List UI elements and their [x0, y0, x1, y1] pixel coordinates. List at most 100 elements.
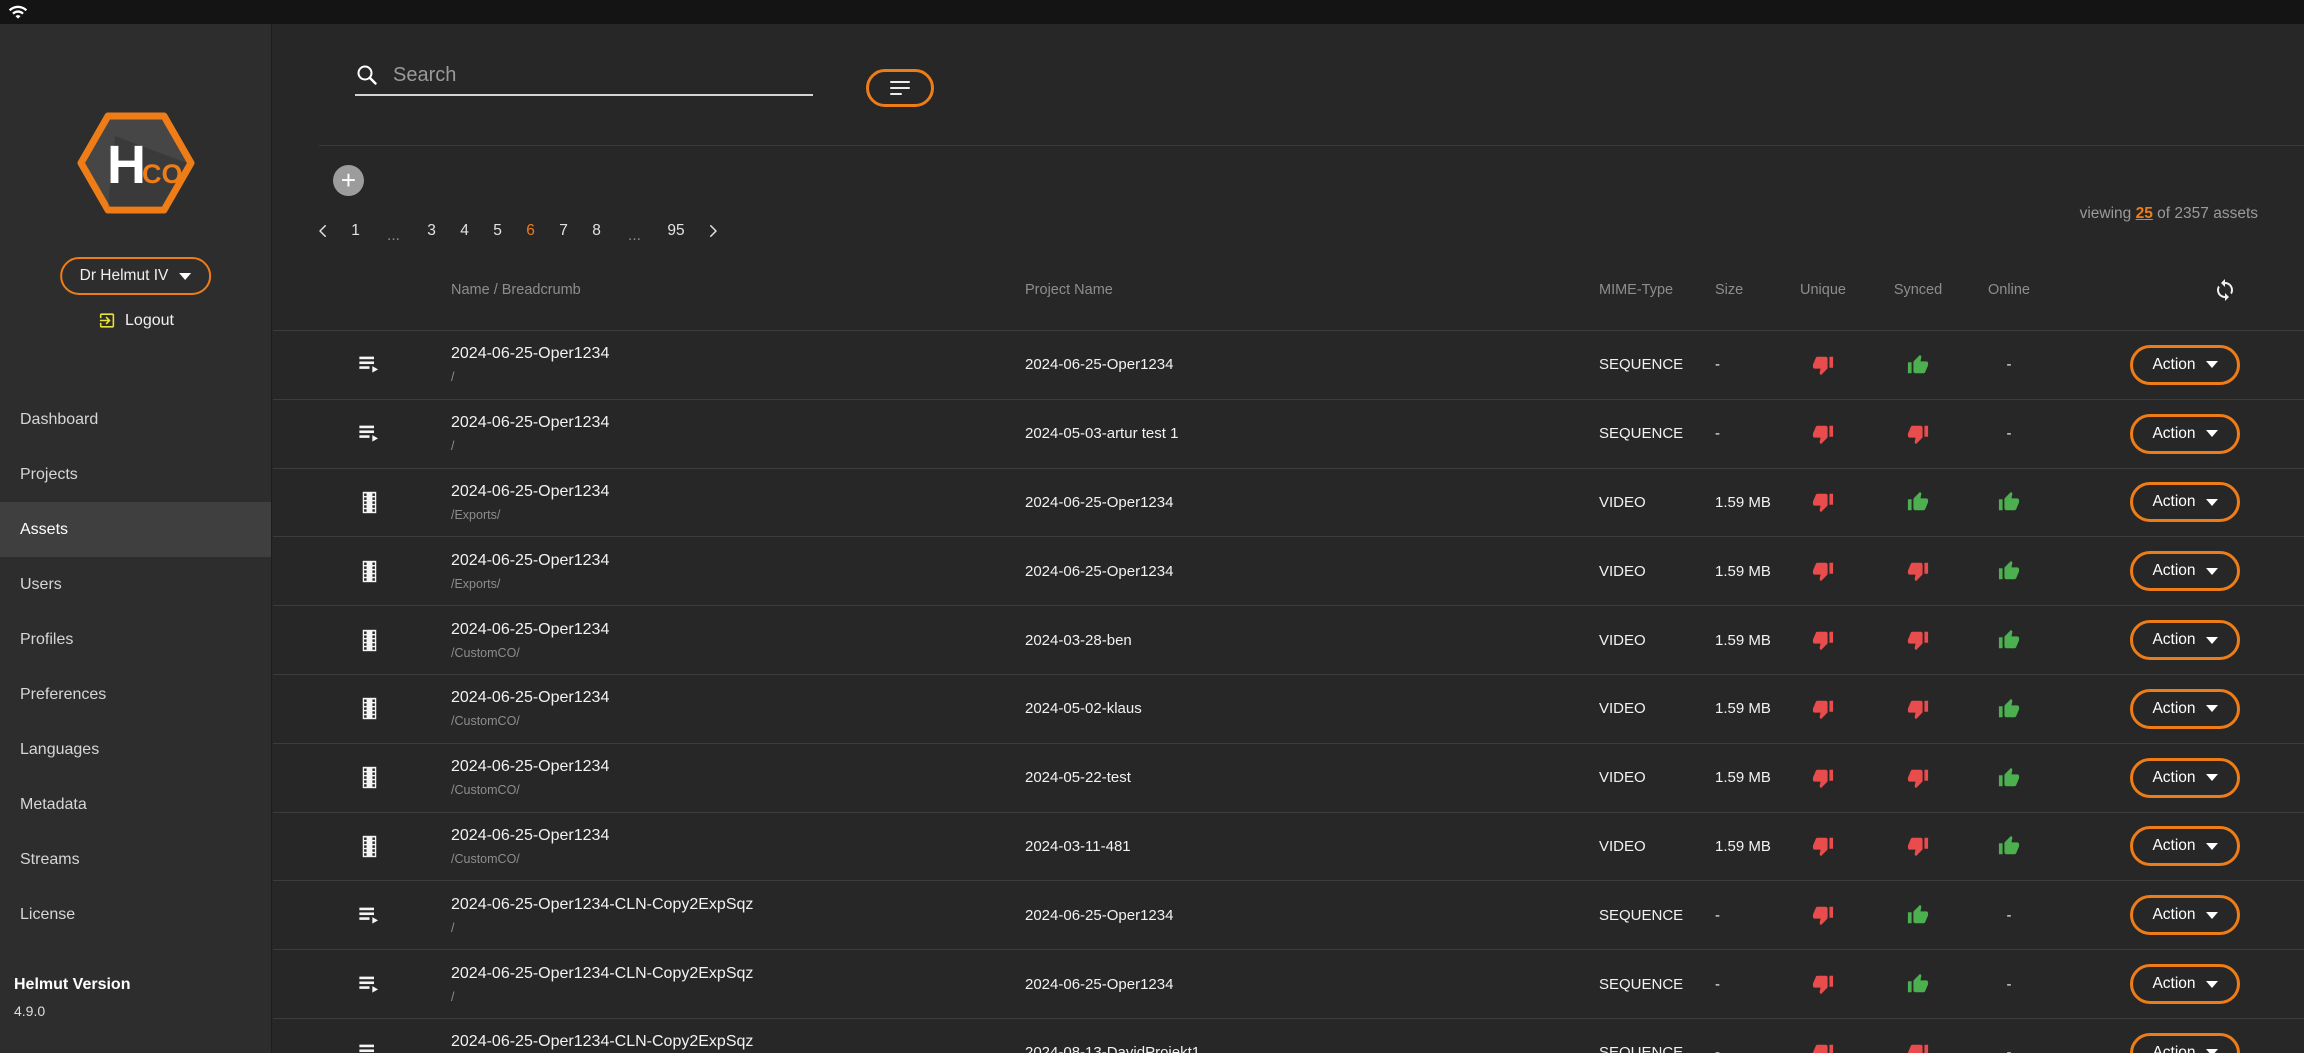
- thumb-down-icon: [1812, 560, 1834, 582]
- pagination-page-8[interactable]: 8: [580, 222, 613, 240]
- asset-type-cell: [356, 420, 451, 447]
- table-row[interactable]: 2024-06-25-Oper1234 /Exports/ 2024-06-25…: [273, 536, 2304, 605]
- thumb-up-icon: [1907, 491, 1929, 513]
- add-asset-button[interactable]: +: [333, 165, 364, 196]
- table-row[interactable]: 2024-06-25-Oper1234 /CustomCO/ 2024-03-2…: [273, 605, 2304, 674]
- action-cell: Action: [2041, 345, 2304, 385]
- action-button[interactable]: Action: [2130, 964, 2240, 1004]
- action-cell: Action: [2041, 1033, 2304, 1053]
- table-row[interactable]: 2024-06-25-Oper1234 /CustomCO/ 2024-05-2…: [273, 743, 2304, 812]
- pagination-page-4[interactable]: 4: [448, 222, 481, 240]
- online-status: -: [1977, 835, 2041, 857]
- project-name: 2024-06-25-Oper1234: [1025, 563, 1599, 580]
- sidebar-item-streams[interactable]: Streams: [0, 832, 271, 887]
- action-label: Action: [2152, 837, 2195, 855]
- sidebar-item-preferences[interactable]: Preferences: [0, 667, 271, 722]
- table-row[interactable]: 2024-06-25-Oper1234 / 2024-05-03-artur t…: [273, 399, 2304, 468]
- filter-lines-icon: [890, 81, 910, 96]
- sidebar-item-label: Assets: [20, 521, 68, 539]
- chevron-down-icon: [2206, 1049, 2218, 1053]
- asset-breadcrumb: /Exports/: [451, 577, 1025, 591]
- sidebar-item-metadata[interactable]: Metadata: [0, 777, 271, 832]
- synced-status: -: [1859, 354, 1977, 376]
- action-button[interactable]: Action: [2130, 689, 2240, 729]
- asset-name: 2024-06-25-Oper1234: [451, 758, 1025, 776]
- table-row[interactable]: 2024-06-25-Oper1234-CLN-Copy2ExpSqz / 20…: [273, 880, 2304, 949]
- pagination-next[interactable]: [696, 222, 729, 240]
- unique-status: -: [1787, 1042, 1859, 1053]
- project-name: 2024-03-28-ben: [1025, 632, 1599, 649]
- table-row[interactable]: 2024-06-25-Oper1234 /CustomCO/ 2024-03-1…: [273, 812, 2304, 881]
- logout-button[interactable]: Logout: [91, 310, 180, 331]
- sidebar-item-label: Users: [20, 576, 62, 594]
- pagination-ellipsis[interactable]: ...: [377, 217, 410, 245]
- pagination-page-7[interactable]: 7: [547, 222, 580, 240]
- table-row[interactable]: 2024-06-25-Oper1234 /Exports/ 2024-06-25…: [273, 468, 2304, 537]
- pagination-page-95[interactable]: 95: [656, 222, 696, 240]
- thumb-down-icon: [1812, 354, 1834, 376]
- pagination-page-1[interactable]: 1: [339, 222, 372, 240]
- project-name: 2024-06-25-Oper1234: [1025, 356, 1599, 373]
- plus-icon: +: [341, 167, 356, 193]
- pagination-page-3[interactable]: 3: [415, 222, 448, 240]
- pagination-page-5[interactable]: 5: [481, 222, 514, 240]
- status-dash: -: [2007, 425, 2012, 442]
- mime-type: VIDEO: [1599, 700, 1715, 717]
- asset-size: 1.59 MB: [1715, 632, 1787, 649]
- sidebar-item-label: Languages: [20, 741, 99, 759]
- refresh-button[interactable]: [2213, 278, 2237, 302]
- action-button[interactable]: Action: [2130, 482, 2240, 522]
- page-number: 5: [493, 222, 502, 240]
- thumb-down-icon: [1812, 629, 1834, 651]
- unique-status: -: [1787, 767, 1859, 789]
- action-cell: Action: [2041, 620, 2304, 660]
- thumb-down-icon: [1812, 423, 1834, 445]
- sidebar-item-assets[interactable]: Assets: [0, 502, 271, 557]
- sidebar-item-license[interactable]: License: [0, 887, 271, 942]
- page-number: 4: [460, 222, 469, 240]
- table-row[interactable]: 2024-06-25-Oper1234-CLN-Copy2ExpSqz / 20…: [273, 1018, 2304, 1053]
- action-button[interactable]: Action: [2130, 620, 2240, 660]
- unique-status: -: [1787, 423, 1859, 445]
- unique-status: -: [1787, 835, 1859, 857]
- action-button[interactable]: Action: [2130, 345, 2240, 385]
- action-button[interactable]: Action: [2130, 414, 2240, 454]
- asset-name: 2024-06-25-Oper1234: [451, 621, 1025, 639]
- filter-button[interactable]: [866, 69, 934, 107]
- sidebar-item-profiles[interactable]: Profiles: [0, 612, 271, 667]
- pagination-page-6[interactable]: 6: [514, 222, 547, 240]
- action-cell: Action: [2041, 964, 2304, 1004]
- pagination-prev[interactable]: [306, 222, 339, 240]
- table-row[interactable]: 2024-06-25-Oper1234 /CustomCO/ 2024-05-0…: [273, 674, 2304, 743]
- user-menu-button[interactable]: Dr Helmut IV: [60, 257, 212, 295]
- asset-type-cell: [356, 764, 451, 791]
- search-input[interactable]: [391, 63, 813, 88]
- action-button[interactable]: Action: [2130, 826, 2240, 866]
- asset-size: 1.59 MB: [1715, 494, 1787, 511]
- sidebar-item-languages[interactable]: Languages: [0, 722, 271, 777]
- action-button[interactable]: Action: [2130, 551, 2240, 591]
- viewing-count[interactable]: 25: [2136, 205, 2153, 222]
- table-row[interactable]: 2024-06-25-Oper1234-CLN-Copy2ExpSqz / 20…: [273, 949, 2304, 1018]
- sidebar-item-users[interactable]: Users: [0, 557, 271, 612]
- synced-status: -: [1859, 835, 1977, 857]
- wifi-icon: [8, 2, 28, 22]
- synced-status: -: [1859, 629, 1977, 651]
- project-name: 2024-03-11-481: [1025, 838, 1599, 855]
- table-row[interactable]: 2024-06-25-Oper1234 / 2024-06-25-Oper123…: [273, 330, 2304, 399]
- version-block: Helmut Version 4.9.0: [14, 976, 130, 1019]
- asset-type-cell: [356, 1039, 451, 1053]
- asset-name-cell: 2024-06-25-Oper1234 /: [451, 345, 1025, 384]
- asset-breadcrumb: /: [451, 990, 1025, 1004]
- header-online: Online: [1977, 282, 2041, 298]
- sidebar-item-dashboard[interactable]: Dashboard: [0, 392, 271, 447]
- asset-size: 1.59 MB: [1715, 838, 1787, 855]
- action-button[interactable]: Action: [2130, 758, 2240, 798]
- action-button[interactable]: Action: [2130, 895, 2240, 935]
- asset-type-cell: [356, 833, 451, 860]
- sidebar-item-projects[interactable]: Projects: [0, 447, 271, 502]
- app-logo: H CO: [75, 110, 197, 221]
- asset-name-cell: 2024-06-25-Oper1234-CLN-Copy2ExpSqz /: [451, 965, 1025, 1004]
- action-button[interactable]: Action: [2130, 1033, 2240, 1053]
- pagination-ellipsis[interactable]: ...: [618, 217, 651, 245]
